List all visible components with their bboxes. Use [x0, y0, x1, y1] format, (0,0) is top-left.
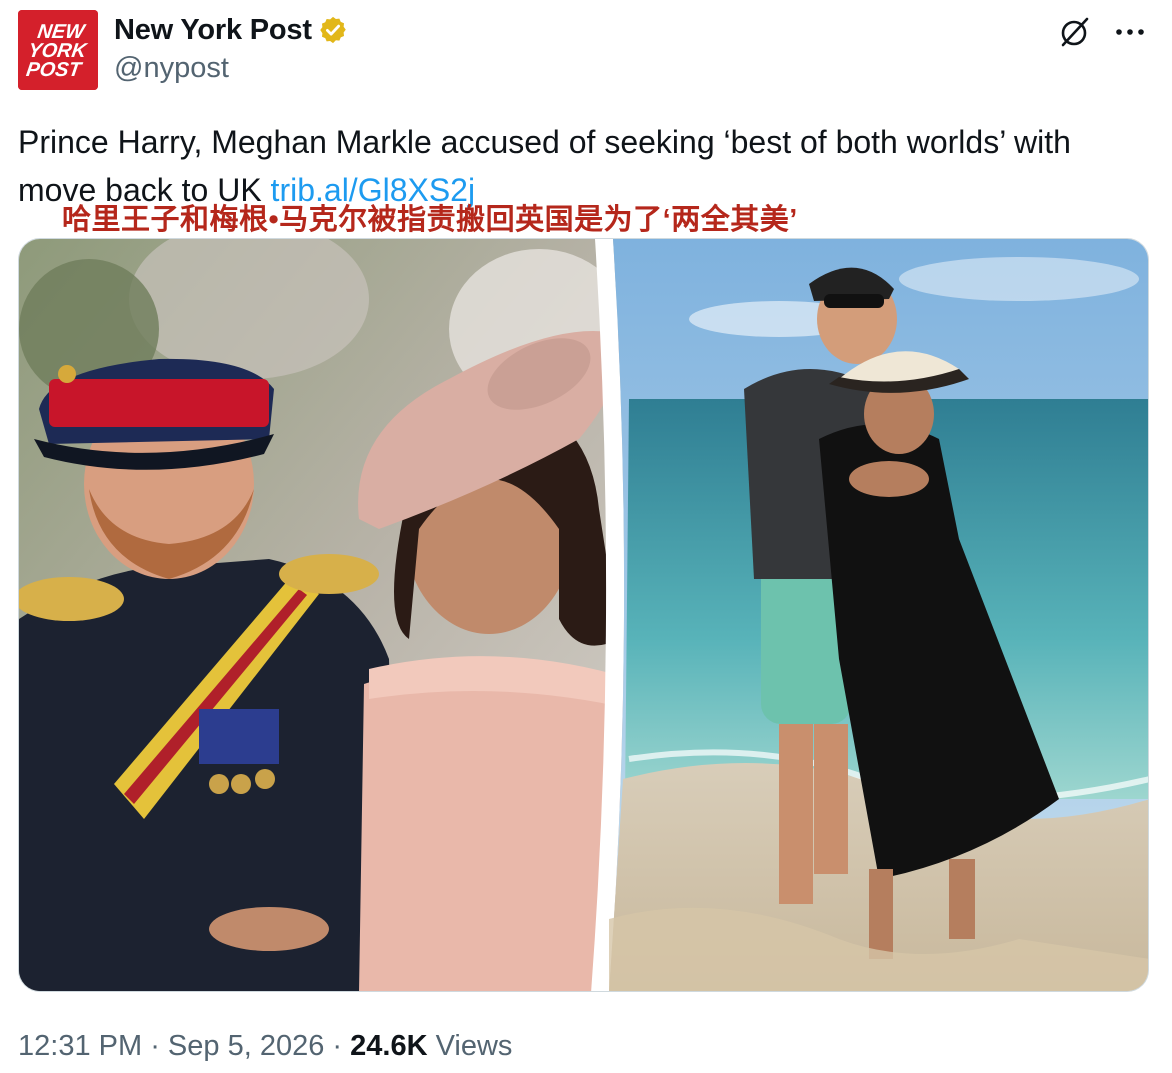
meta-separator: · — [142, 1030, 168, 1062]
tweet-media[interactable] — [18, 238, 1149, 992]
views-count[interactable]: 24.6K — [350, 1030, 427, 1062]
meta-separator: · — [324, 1030, 351, 1062]
author-name-row: New York Post — [114, 12, 348, 48]
nypost-logo: NEW YORK POST — [18, 10, 98, 90]
more-options-icon[interactable] — [1112, 14, 1148, 50]
translation-overlay: 哈里王子和梅根•马克尔被指责搬回英国是为了‘两全其美’ — [62, 204, 798, 236]
tweet-date[interactable]: Sep 5, 2026 — [168, 1030, 324, 1062]
avatar-line-3: POST — [25, 59, 84, 81]
author-handle[interactable]: @nypost — [114, 52, 229, 85]
left-photo — [19, 239, 639, 991]
author-avatar[interactable]: NEW YORK POST — [18, 10, 98, 90]
author-display-name[interactable]: New York Post — [114, 14, 312, 47]
tweet-time[interactable]: 12:31 PM — [18, 1030, 142, 1062]
tweet-body: Prince Harry, Meghan Markle accused of s… — [18, 124, 1071, 208]
tweet-card: NEW YORK POST New York Post @nypost Prin… — [0, 0, 1172, 1073]
verified-badge-icon[interactable] — [318, 15, 348, 45]
tweet-meta: 12:31 PM · Sep 5, 2026 · 24.6K Views — [18, 1024, 512, 1068]
photo-collage — [19, 239, 1148, 991]
right-photo — [609, 239, 1148, 991]
views-label: Views — [427, 1030, 513, 1062]
grok-icon[interactable] — [1057, 14, 1093, 50]
